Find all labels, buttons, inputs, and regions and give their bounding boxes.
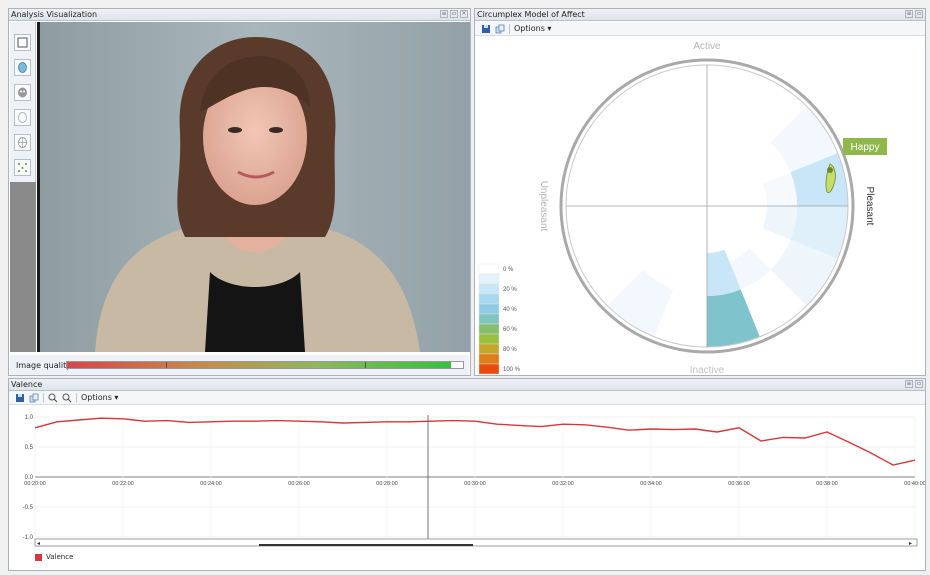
options-menu[interactable]: Options ▾ xyxy=(81,393,118,402)
x-tick-label: 00:36:00 xyxy=(728,481,749,487)
scrollbar-thumb[interactable] xyxy=(259,544,473,546)
quality-tick xyxy=(166,362,167,368)
save-icon[interactable] xyxy=(481,24,491,34)
face-outline-icon[interactable] xyxy=(14,109,31,126)
toolbar-separator xyxy=(76,392,77,403)
panel-title: Valence ≡ ▫ xyxy=(9,379,925,391)
y-tick-label: 0.5 xyxy=(25,445,34,451)
segment xyxy=(607,269,674,337)
legend-label: 80 % xyxy=(503,347,517,353)
face-mask-icon[interactable] xyxy=(14,84,31,101)
x-tick-label: 00:38:00 xyxy=(816,481,837,487)
dock-icon[interactable]: ≡ xyxy=(905,380,913,388)
intensity-legend: 0 % 20 % 40 % 60 % 80 % 100 % xyxy=(478,263,521,375)
options-menu[interactable]: Options ▾ xyxy=(514,24,551,33)
copy-icon[interactable] xyxy=(495,24,505,34)
legend-label: 40 % xyxy=(503,307,517,313)
x-tick-label: 00:40:00 xyxy=(904,481,925,487)
analysis-title: Analysis Visualization xyxy=(11,10,98,19)
segment xyxy=(762,206,797,240)
circumplex-toolbar: Options ▾ xyxy=(475,22,925,36)
legend-label: 60 % xyxy=(503,327,517,333)
legend-swatch xyxy=(478,363,500,375)
valence-panel: Valence ≡ ▫ Options ▾ 1.0 0.5 0.0 -0.5 -1.0 … xyxy=(8,378,926,571)
circumplex-title: Circumplex Model of Affect xyxy=(477,10,585,19)
segment xyxy=(762,172,797,206)
legend-swatch xyxy=(478,293,500,305)
float-icon[interactable]: ▫ xyxy=(915,10,923,18)
legend-label: 100 % xyxy=(503,367,521,373)
points-icon[interactable] xyxy=(14,159,31,176)
dock-icon[interactable]: ≡ xyxy=(440,10,448,18)
legend-label: 0 % xyxy=(503,267,514,273)
circumplex-chart: Active Inactive Unpleasant Pleasant Happ… xyxy=(478,41,887,376)
scroll-left-icon[interactable]: ◂ xyxy=(37,540,40,547)
segment xyxy=(707,289,760,347)
legend-swatch xyxy=(478,283,500,295)
y-tick-label: -1.0 xyxy=(23,535,34,541)
x-tick-label: 00:28:00 xyxy=(376,481,397,487)
legend-swatch xyxy=(478,353,500,365)
image-quality-bar-area: Image quality xyxy=(10,355,469,375)
axis-left-label: Unpleasant xyxy=(538,181,549,232)
legend-swatch xyxy=(478,333,500,345)
valence-chart: 1.00.50.0-0.5-1.0 00:20:00 00:22:00 00:24:… xyxy=(23,415,925,547)
panel-title: Analysis Visualization ≡ ▫ × xyxy=(9,9,470,21)
happy-badge: Happy xyxy=(843,138,887,155)
happy-badge-label: Happy xyxy=(851,142,880,153)
x-tick-label: 00:24:00 xyxy=(200,481,221,487)
timeline-scrollbar[interactable]: ◂ ▸ xyxy=(34,538,918,547)
float-icon[interactable]: ▫ xyxy=(450,10,458,18)
valence-toolbar: Options ▾ xyxy=(9,391,925,405)
x-tick-label: 00:22:00 xyxy=(112,481,133,487)
zoom-out-icon[interactable] xyxy=(62,393,72,403)
x-tick-label: 00:20:00 xyxy=(24,481,45,487)
quality-tick xyxy=(365,362,366,368)
scroll-right-icon[interactable]: ▸ xyxy=(909,540,912,547)
close-icon[interactable]: × xyxy=(460,10,468,18)
legend-swatch xyxy=(478,273,500,285)
x-tick-label: 00:32:00 xyxy=(552,481,573,487)
y-tick-label: -0.5 xyxy=(23,505,34,511)
y-tick-label: 1.0 xyxy=(25,415,34,421)
image-quality-meter xyxy=(66,361,464,369)
x-tick-label: 00:34:00 xyxy=(640,481,661,487)
axis-top-label: Active xyxy=(693,41,721,52)
valence-title: Valence xyxy=(11,380,43,389)
visualization-toolbar xyxy=(10,22,36,352)
legend-swatch xyxy=(478,343,500,355)
x-tick-label: 00:30:00 xyxy=(464,481,485,487)
legend-swatch xyxy=(478,303,500,315)
dock-icon[interactable]: ≡ xyxy=(905,10,913,18)
legend-label: Valence xyxy=(46,553,74,561)
webcam-image xyxy=(40,22,470,352)
image-quality-fill xyxy=(67,362,452,368)
select-tool-icon[interactable] xyxy=(14,34,31,51)
zoom-in-icon[interactable] xyxy=(48,393,58,403)
face-model-icon[interactable] xyxy=(14,59,31,76)
face-grid-icon[interactable] xyxy=(14,134,31,151)
toolbar-separator xyxy=(43,392,44,403)
analysis-visualization-panel: Analysis Visualization ≡ ▫ × Image quali… xyxy=(8,8,471,376)
copy-icon[interactable] xyxy=(29,393,39,403)
panel-title: Circumplex Model of Affect ≡ ▫ xyxy=(475,9,925,21)
legend-label: 20 % xyxy=(503,287,517,293)
float-icon[interactable]: ▫ xyxy=(915,380,923,388)
save-icon[interactable] xyxy=(15,393,25,403)
circumplex-panel: Circumplex Model of Affect ≡ ▫ Options ▾… xyxy=(474,8,926,376)
legend-swatch xyxy=(478,313,500,325)
toolbar-separator xyxy=(509,23,510,34)
valence-legend: Valence xyxy=(35,553,73,561)
legend-swatch xyxy=(478,263,500,275)
legend-swatch xyxy=(35,553,42,561)
image-quality-label: Image quality xyxy=(16,361,71,370)
axis-bottom-label: Inactive xyxy=(690,365,725,376)
x-tick-label: 00:26:00 xyxy=(288,481,309,487)
video-frame xyxy=(37,22,470,352)
legend-swatch xyxy=(478,323,500,335)
axis-right-label: Pleasant xyxy=(864,187,875,226)
